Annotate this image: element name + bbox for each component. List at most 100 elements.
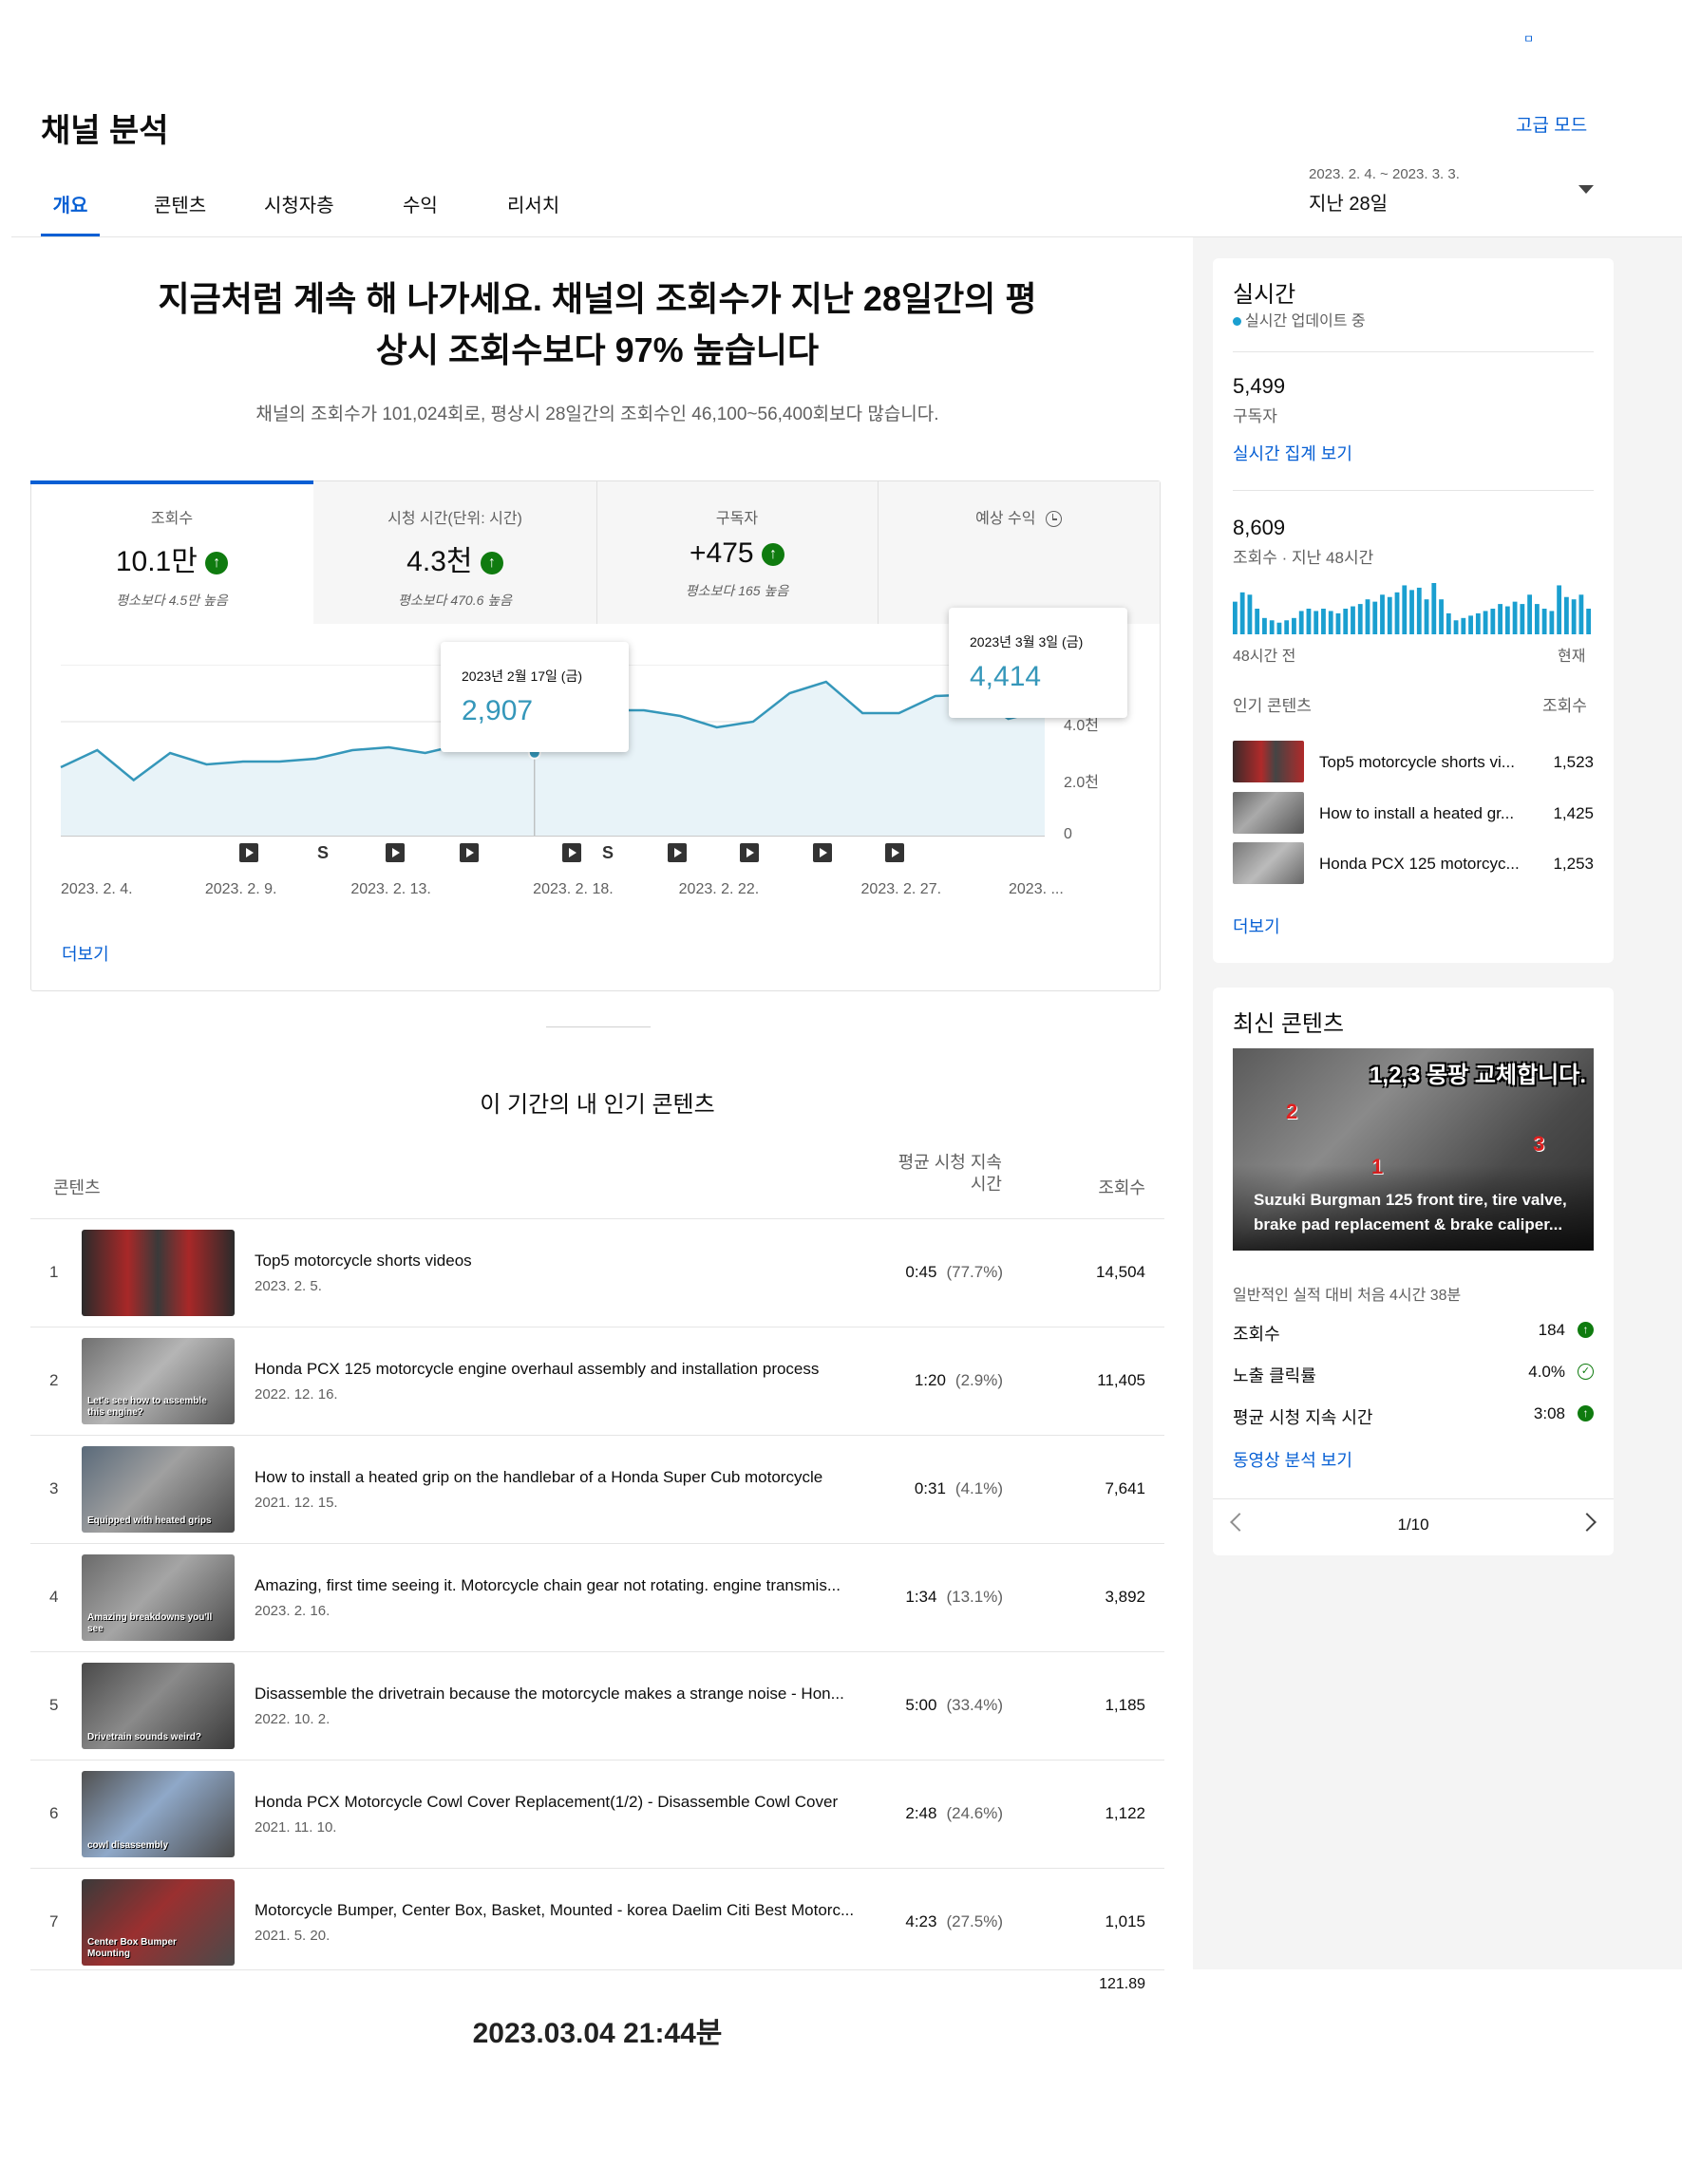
video-thumbnail[interactable]: cowl disassembly xyxy=(82,1771,235,1857)
realtime-bar[interactable] xyxy=(1276,622,1282,634)
video-marker-icon[interactable] xyxy=(740,843,759,862)
chart-point[interactable] xyxy=(933,693,938,699)
video-marker-icon[interactable] xyxy=(885,843,904,862)
realtime-bar[interactable] xyxy=(1431,583,1437,634)
realtime-bar[interactable] xyxy=(1328,611,1333,634)
realtime-bar[interactable] xyxy=(1292,617,1296,634)
realtime-bar[interactable] xyxy=(1461,617,1466,634)
video-marker-icon[interactable] xyxy=(386,843,405,862)
realtime-bar[interactable] xyxy=(1409,590,1414,634)
video-marker-icon[interactable] xyxy=(239,843,258,862)
realtime-bar[interactable] xyxy=(1247,594,1253,634)
realtime-bar[interactable] xyxy=(1475,612,1481,634)
latest-thumbnail[interactable]: 1,2,3 몽팡 교체합니다. 1 2 3 Suzuki Burgman 125… xyxy=(1233,1048,1594,1251)
realtime-bar-chart[interactable] xyxy=(1233,581,1594,634)
video-thumbnail[interactable]: Amazing breakdowns you'll see xyxy=(82,1554,235,1641)
realtime-bar[interactable] xyxy=(1578,594,1584,634)
realtime-bar[interactable] xyxy=(1453,620,1459,634)
table-row[interactable]: 4 Amazing breakdowns you'll see Amazing, f… xyxy=(30,1543,1164,1651)
realtime-bar[interactable] xyxy=(1549,611,1555,634)
video-title[interactable]: Top5 motorcycle shorts videos xyxy=(255,1252,862,1271)
chart-point[interactable] xyxy=(94,747,100,753)
video-marker-icon[interactable] xyxy=(460,843,479,862)
table-row[interactable]: 5 Drivetrain sounds weird? Disassemble the… xyxy=(30,1651,1164,1760)
realtime-bar[interactable] xyxy=(1557,585,1562,634)
table-row[interactable]: 2 Let's see how to assemble this engine? H… xyxy=(30,1327,1164,1435)
realtime-bar[interactable] xyxy=(1298,611,1304,634)
chart-point[interactable] xyxy=(714,725,720,730)
popular-item[interactable]: Honda PCX 125 motorcyc... 1,253 xyxy=(1233,842,1594,884)
popular-item[interactable]: Top5 motorcycle shorts vi... 1,523 xyxy=(1233,741,1594,782)
popular-item[interactable]: How to install a heated gr... 1,425 xyxy=(1233,792,1594,834)
chart-point[interactable] xyxy=(823,679,829,685)
realtime-bar[interactable] xyxy=(1387,596,1392,634)
realtime-bar[interactable] xyxy=(1306,609,1312,634)
chart-more-link[interactable]: 더보기 xyxy=(62,941,109,966)
realtime-bar[interactable] xyxy=(1313,611,1319,634)
realtime-bar[interactable] xyxy=(1512,601,1518,634)
realtime-bar[interactable] xyxy=(1504,606,1510,634)
video-marker-icon[interactable] xyxy=(813,843,832,862)
video-marker-icon[interactable] xyxy=(562,843,581,862)
popular-more-link[interactable]: 더보기 xyxy=(1233,913,1280,938)
table-row[interactable]: 1 Top5 motorcycle shorts videos 2023. 2. 5… xyxy=(30,1218,1164,1327)
realtime-bar[interactable] xyxy=(1571,599,1577,634)
realtime-bar[interactable] xyxy=(1372,601,1378,634)
chart-point[interactable] xyxy=(860,710,865,716)
chart-point[interactable] xyxy=(786,690,792,696)
chart-point[interactable] xyxy=(386,744,391,750)
realtime-bar[interactable] xyxy=(1394,592,1400,634)
chart-point[interactable] xyxy=(313,756,319,762)
realtime-bar[interactable] xyxy=(1563,596,1569,634)
shorts-marker-icon[interactable]: S xyxy=(598,843,617,862)
metric-revenue[interactable]: 예상 수익 xyxy=(878,480,1160,623)
video-thumbnail[interactable]: Let's see how to assemble this engine? xyxy=(82,1338,235,1424)
realtime-bar[interactable] xyxy=(1284,620,1290,634)
realtime-bar[interactable] xyxy=(1416,587,1422,634)
metric-views[interactable]: 조회수 10.1만 ↑ 평소보다 4.5만 높음 xyxy=(30,480,313,623)
video-marker-icon[interactable] xyxy=(668,843,687,862)
video-title[interactable]: Disassemble the drivetrain because the m… xyxy=(255,1685,862,1704)
chart-point[interactable] xyxy=(641,707,647,713)
tab-content[interactable]: 콘텐츠 xyxy=(154,190,206,237)
tab-revenue[interactable]: 수익 xyxy=(403,190,438,237)
realtime-bar[interactable] xyxy=(1351,606,1355,634)
chart-point[interactable] xyxy=(897,710,902,716)
realtime-bar[interactable] xyxy=(1357,604,1363,634)
realtime-bar[interactable] xyxy=(1446,612,1451,634)
tab-overview[interactable]: 개요 xyxy=(41,190,100,237)
realtime-bar[interactable] xyxy=(1233,601,1238,634)
realtime-bar[interactable] xyxy=(1468,615,1473,634)
realtime-bar[interactable] xyxy=(1343,609,1349,634)
table-row[interactable]: 3 Equipped with heated grips How to instal… xyxy=(30,1435,1164,1543)
video-thumbnail[interactable]: Center Box Bumper Mounting xyxy=(82,1879,235,1966)
realtime-bar[interactable] xyxy=(1498,604,1502,634)
video-title[interactable]: How to install a heated grip on the hand… xyxy=(255,1468,862,1487)
chart-point[interactable] xyxy=(350,747,355,753)
chart-point[interactable] xyxy=(240,759,246,764)
realtime-bar[interactable] xyxy=(1490,609,1496,634)
chart-point[interactable] xyxy=(203,762,209,767)
video-title[interactable]: Honda PCX 125 motorcycle engine overhaul… xyxy=(255,1360,862,1379)
tab-audience[interactable]: 시청자층 xyxy=(264,190,334,237)
advanced-mode-link[interactable]: 고급 모드 xyxy=(1516,111,1587,137)
realtime-bar[interactable] xyxy=(1541,609,1547,634)
realtime-bar[interactable] xyxy=(1520,604,1525,634)
realtime-bar[interactable] xyxy=(1483,611,1488,634)
shorts-marker-icon[interactable]: S xyxy=(313,843,332,862)
video-thumbnail[interactable] xyxy=(82,1230,235,1316)
realtime-count-link[interactable]: 실시간 집계 보기 xyxy=(1233,441,1352,465)
video-thumbnail[interactable]: Drivetrain sounds weird? xyxy=(82,1663,235,1749)
realtime-bar[interactable] xyxy=(1255,609,1260,634)
chart-point[interactable] xyxy=(750,719,756,725)
chart-point[interactable] xyxy=(131,778,137,783)
realtime-bar[interactable] xyxy=(1586,609,1592,634)
video-title[interactable]: Amazing, first time seeing it. Motorcycl… xyxy=(255,1576,862,1595)
video-thumbnail[interactable]: Equipped with heated grips xyxy=(82,1446,235,1533)
realtime-bar[interactable] xyxy=(1269,620,1275,634)
video-title[interactable]: Motorcycle Bumper, Center Box, Basket, M… xyxy=(255,1901,862,1920)
realtime-bar[interactable] xyxy=(1527,594,1533,634)
table-row[interactable]: 6 cowl disassembly Honda PCX Motorcycle Co… xyxy=(30,1760,1164,1868)
realtime-bar[interactable] xyxy=(1424,599,1429,634)
realtime-bar[interactable] xyxy=(1380,594,1385,634)
